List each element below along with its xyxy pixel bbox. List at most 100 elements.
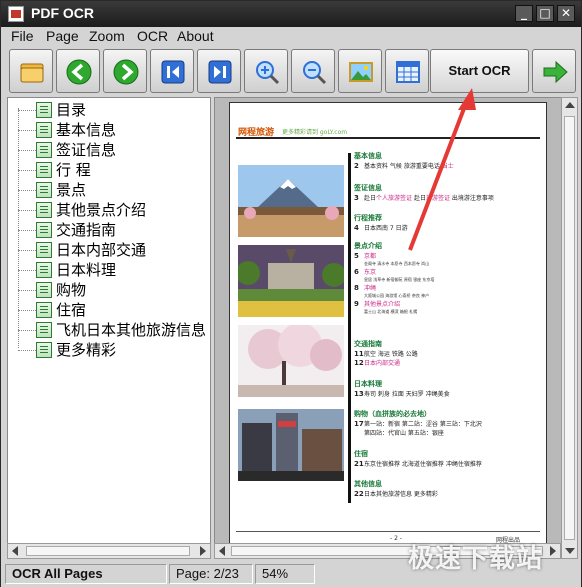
toc-section: 其他信息 22日本其他旅游信息 更多精彩 <box>354 479 438 498</box>
first-page-button[interactable] <box>150 49 194 93</box>
page-icon <box>36 222 52 238</box>
tree-item-label: 行 程 <box>56 161 91 179</box>
title-bar[interactable]: PDF OCR _ □ ✕ <box>1 1 581 27</box>
toc-heading: 日本料理 <box>354 380 382 388</box>
toc-row: 17第一站：新宿 第二站：涩谷 第三站：下北沢 <box>354 420 482 428</box>
page-icon <box>36 142 52 158</box>
scroll-right-icon[interactable] <box>550 546 556 556</box>
toc-section: 购物（血拼族的必去地） 17第一站：新宿 第二站：涩谷 第三站：下北沢 第四站：… <box>354 409 482 437</box>
tree-item-label: 飞机日本其他旅游信息 <box>56 321 207 339</box>
tree-item-label: 目录 <box>56 101 87 119</box>
run-button[interactable] <box>532 49 576 93</box>
toc-heading: 交通指南 <box>354 340 382 348</box>
last-page-icon <box>208 60 232 84</box>
tree-item-label: 日本料理 <box>56 261 117 279</box>
close-button[interactable]: ✕ <box>557 5 575 22</box>
previous-page-icon <box>66 59 92 85</box>
toc-row: 第四站：代官山 第五站：银座 <box>364 430 444 437</box>
toc-row: 6 东京 <box>354 268 377 276</box>
scroll-thumb[interactable] <box>564 116 575 540</box>
tree-item-label: 更多精彩 <box>56 341 117 359</box>
menu-zoom[interactable]: Zoom <box>89 28 125 44</box>
page-icon <box>36 282 52 298</box>
viewer-vertical-scrollbar[interactable] <box>561 97 578 559</box>
app-window: PDF OCR _ □ ✕ File Page Zoom OCR About S… <box>0 0 582 587</box>
toolbar: Start OCR <box>1 47 581 95</box>
page-icon <box>36 322 52 338</box>
first-page-icon <box>161 60 185 84</box>
document-viewer: 网程旅游 更多精彩请到 goLY.com 基本信息 2 基本资料 气候 旅游重要… <box>214 97 578 559</box>
toc-row: 2 基本资料 气候 旅游重要电话 当士 <box>354 162 454 170</box>
scroll-down-icon[interactable] <box>565 548 575 554</box>
photo-city-street <box>238 409 344 481</box>
toc-row: 3 赴日个人旅游签证 赴日旅游签证 出境游注意事项 <box>354 194 494 202</box>
logo-url: 更多精彩请到 goLY.com <box>282 129 348 136</box>
menu-file[interactable]: File <box>11 28 34 44</box>
grid-icon <box>396 61 420 83</box>
page-icon <box>36 162 52 178</box>
toc-heading: 购物（血拼族的必去地） <box>354 410 431 418</box>
tree-item-label: 购物 <box>56 281 87 299</box>
open-button[interactable] <box>9 49 53 93</box>
page-icon <box>36 202 52 218</box>
zoom-in-button[interactable] <box>244 49 288 93</box>
menu-about[interactable]: About <box>177 28 214 44</box>
window-title: PDF OCR <box>31 5 94 21</box>
maximize-button[interactable]: □ <box>536 5 554 22</box>
scroll-up-icon[interactable] <box>565 102 575 108</box>
open-folder-icon <box>20 63 44 83</box>
minimize-button[interactable]: _ <box>515 5 533 22</box>
toc-row: 9 其他景点介绍 <box>354 300 401 308</box>
toc-section: 景点介绍 5 京都 金阁寺 清水寺 本愿寺 西本愿寺 岚山 6 东京 皇居 浅草寺 … <box>354 241 434 315</box>
menu-bar: File Page Zoom OCR About <box>1 27 581 47</box>
grid-button[interactable] <box>385 49 429 93</box>
toc-row: 22日本其他旅游信息 更多精彩 <box>354 490 438 498</box>
page-header-rule <box>236 137 540 139</box>
page-indicator: Page: 2/23 <box>169 564 253 584</box>
toc-subrow: 大阪城公园 海游馆 心斋桥 奈良 神户 <box>364 293 430 298</box>
toc-subrow: 皇居 浅草寺 新宿御苑 原宿 银座 东京塔 <box>364 277 435 282</box>
toc-heading: 行程推荐 <box>354 214 382 222</box>
next-page-icon <box>113 59 139 85</box>
toc-section: 日本料理 13寿司 刺身 拉面 天妇罗 冲绳美食 <box>354 379 450 398</box>
zoom-level: 54% <box>255 564 315 584</box>
toc-heading: 签证信息 <box>354 184 382 192</box>
last-page-button[interactable] <box>197 49 241 93</box>
previous-page-button[interactable] <box>56 49 100 93</box>
page-divider <box>348 153 351 503</box>
zoom-out-icon <box>303 61 327 85</box>
scroll-right-icon[interactable] <box>200 546 206 556</box>
toc-section: 住宿 21东京住宿推荐 北海道住宿推荐 冲绳住宿推荐 <box>354 449 482 468</box>
page-icon <box>36 262 52 278</box>
menu-page[interactable]: Page <box>46 28 79 44</box>
photo-mount-fuji <box>238 165 344 237</box>
photo-castle <box>238 245 344 317</box>
tree-item-label: 景点 <box>56 181 87 199</box>
toc-row: 12日本内部交通 <box>354 359 401 367</box>
scroll-thumb[interactable] <box>26 546 190 556</box>
menu-ocr[interactable]: OCR <box>137 28 168 44</box>
outline-horizontal-scrollbar[interactable] <box>7 543 211 559</box>
toc-row: 11航空 海运 铁路 公路 <box>354 350 418 358</box>
toc-row: 21东京住宿推荐 北海道住宿推荐 冲绳住宿推荐 <box>354 460 482 468</box>
zoom-out-button[interactable] <box>291 49 335 93</box>
tree-item-label: 日本内部交通 <box>56 241 147 259</box>
tree-item-label: 住宿 <box>56 301 87 319</box>
pdf-page: 网程旅游 更多精彩请到 goLY.com 基本信息 2 基本资料 气候 旅游重要… <box>229 102 547 554</box>
page-icon <box>36 122 52 138</box>
photo-cherry-blossom <box>238 325 344 397</box>
toc-subrow: 金阁寺 清水寺 本愿寺 西本愿寺 岚山 <box>364 261 430 266</box>
scroll-left-icon[interactable] <box>12 546 18 556</box>
image-button[interactable] <box>338 49 382 93</box>
start-ocr-button[interactable]: Start OCR <box>430 49 529 93</box>
page-icon <box>36 302 52 318</box>
toc-row: 8 冲绳 <box>354 284 377 292</box>
toc-heading: 住宿 <box>354 450 368 458</box>
arrow-right-icon <box>543 60 568 84</box>
watermark: 极速下载站 <box>408 544 544 574</box>
toc-heading: 其他信息 <box>354 480 382 488</box>
ocr-mode[interactable]: OCR All Pages <box>5 564 167 584</box>
page-icon <box>36 242 52 258</box>
next-page-button[interactable] <box>103 49 147 93</box>
scroll-left-icon[interactable] <box>219 546 225 556</box>
